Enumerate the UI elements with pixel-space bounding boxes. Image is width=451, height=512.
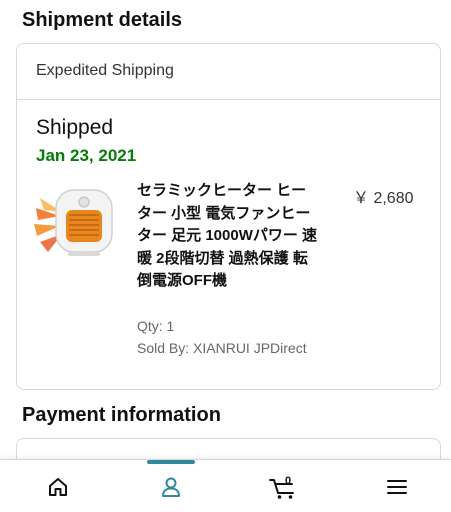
shipment-card: Expedited Shipping Shipped Jan 23, 2021 [16,43,441,390]
product-title-link[interactable]: セラミックヒーター ヒーター 小型 電気ファンヒーター 足元 1000Wパワー … [137,180,319,293]
heater-image [34,189,113,256]
product-image[interactable] [34,180,118,264]
seller-info: Sold By: XIANRUI JPDirect [137,340,307,356]
payment-information-title: Payment information [22,404,221,426]
cart-icon: 0 [269,475,294,499]
shipping-method: Expedited Shipping [17,44,440,100]
shipment-details-title: Shipment details [22,9,183,31]
nav-menu-button[interactable] [341,460,451,512]
product-price: ￥ 2,680 [353,190,414,207]
order-details-page: Shipment details Expedited Shipping Ship… [0,0,451,512]
nav-account-button[interactable] [115,460,227,512]
nav-cart-button[interactable]: 0 [228,460,340,512]
account-icon [162,477,180,497]
cart-count: 0 [285,475,291,487]
bottom-nav-bar: 0 [0,459,451,512]
nav-home-button[interactable] [2,460,114,512]
shipment-date: Jan 23, 2021 [36,146,137,165]
home-icon [49,477,67,496]
product-quantity: Qty: 1 [137,318,175,334]
menu-icon [387,479,407,494]
shipment-status: Shipped [36,116,114,139]
